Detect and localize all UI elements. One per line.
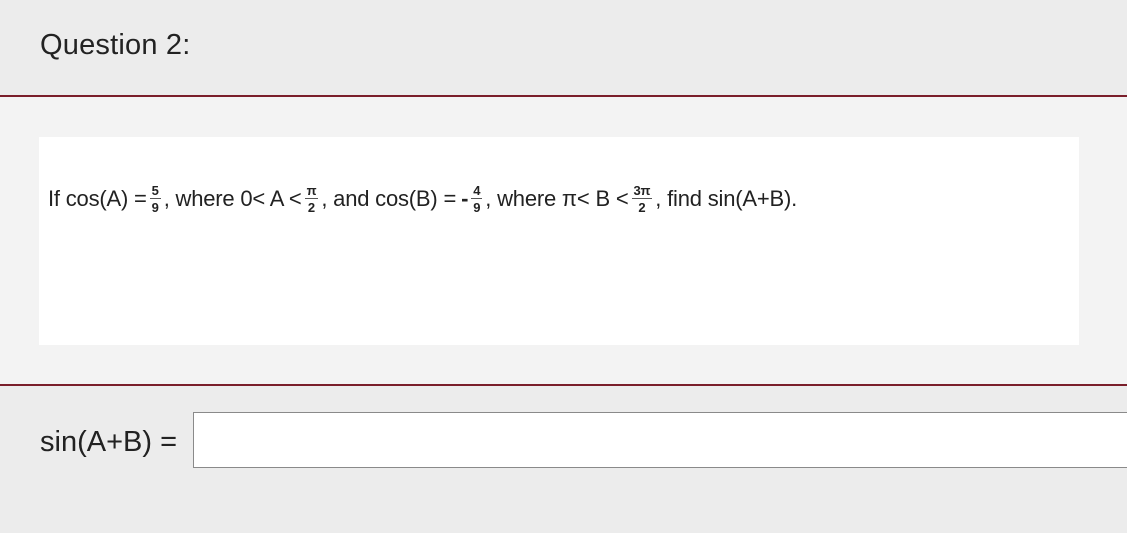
fraction-cos-b-numerator: 4 (471, 183, 483, 199)
answer-input[interactable] (193, 412, 1127, 468)
problem-text-and-cos-b: , and cos(B) = (321, 186, 457, 211)
problem-box: If cos(A) = 5 9 , where 0< A < π 2 , and… (39, 137, 1079, 345)
fraction-a-bound-denominator: 2 (307, 200, 315, 215)
fraction-cos-b: 4 9 (471, 183, 483, 215)
negative-sign: - (461, 186, 469, 211)
fraction-a-bound-numerator: π (304, 183, 319, 199)
problem-text-where-a: , where 0< A < (163, 186, 302, 211)
problem-text-where-b: , where π< B < (485, 186, 629, 211)
answer-section: sin(A+B) = (0, 386, 1127, 533)
fraction-b-bound: 3π 2 (631, 183, 653, 215)
fraction-a-bound: π 2 (304, 183, 319, 215)
fraction-b-bound-denominator: 2 (638, 200, 646, 215)
fraction-cos-a: 5 9 (149, 183, 161, 215)
answer-label: sin(A+B) = (40, 426, 177, 458)
fraction-cos-a-numerator: 5 (149, 183, 161, 199)
question-title: Question 2: (40, 29, 191, 61)
question-body: If cos(A) = 5 9 , where 0< A < π 2 , and… (0, 97, 1127, 384)
fraction-cos-a-denominator: 9 (151, 200, 159, 215)
problem-text-if-cos-a: If cos(A) = (48, 186, 147, 211)
question-header: Question 2: (0, 0, 1127, 95)
problem-statement: If cos(A) = 5 9 , where 0< A < π 2 , and… (48, 173, 797, 225)
fraction-cos-b-denominator: 9 (473, 200, 481, 215)
problem-text-find: , find sin(A+B). (655, 186, 797, 211)
fraction-b-bound-numerator: 3π (631, 183, 653, 199)
